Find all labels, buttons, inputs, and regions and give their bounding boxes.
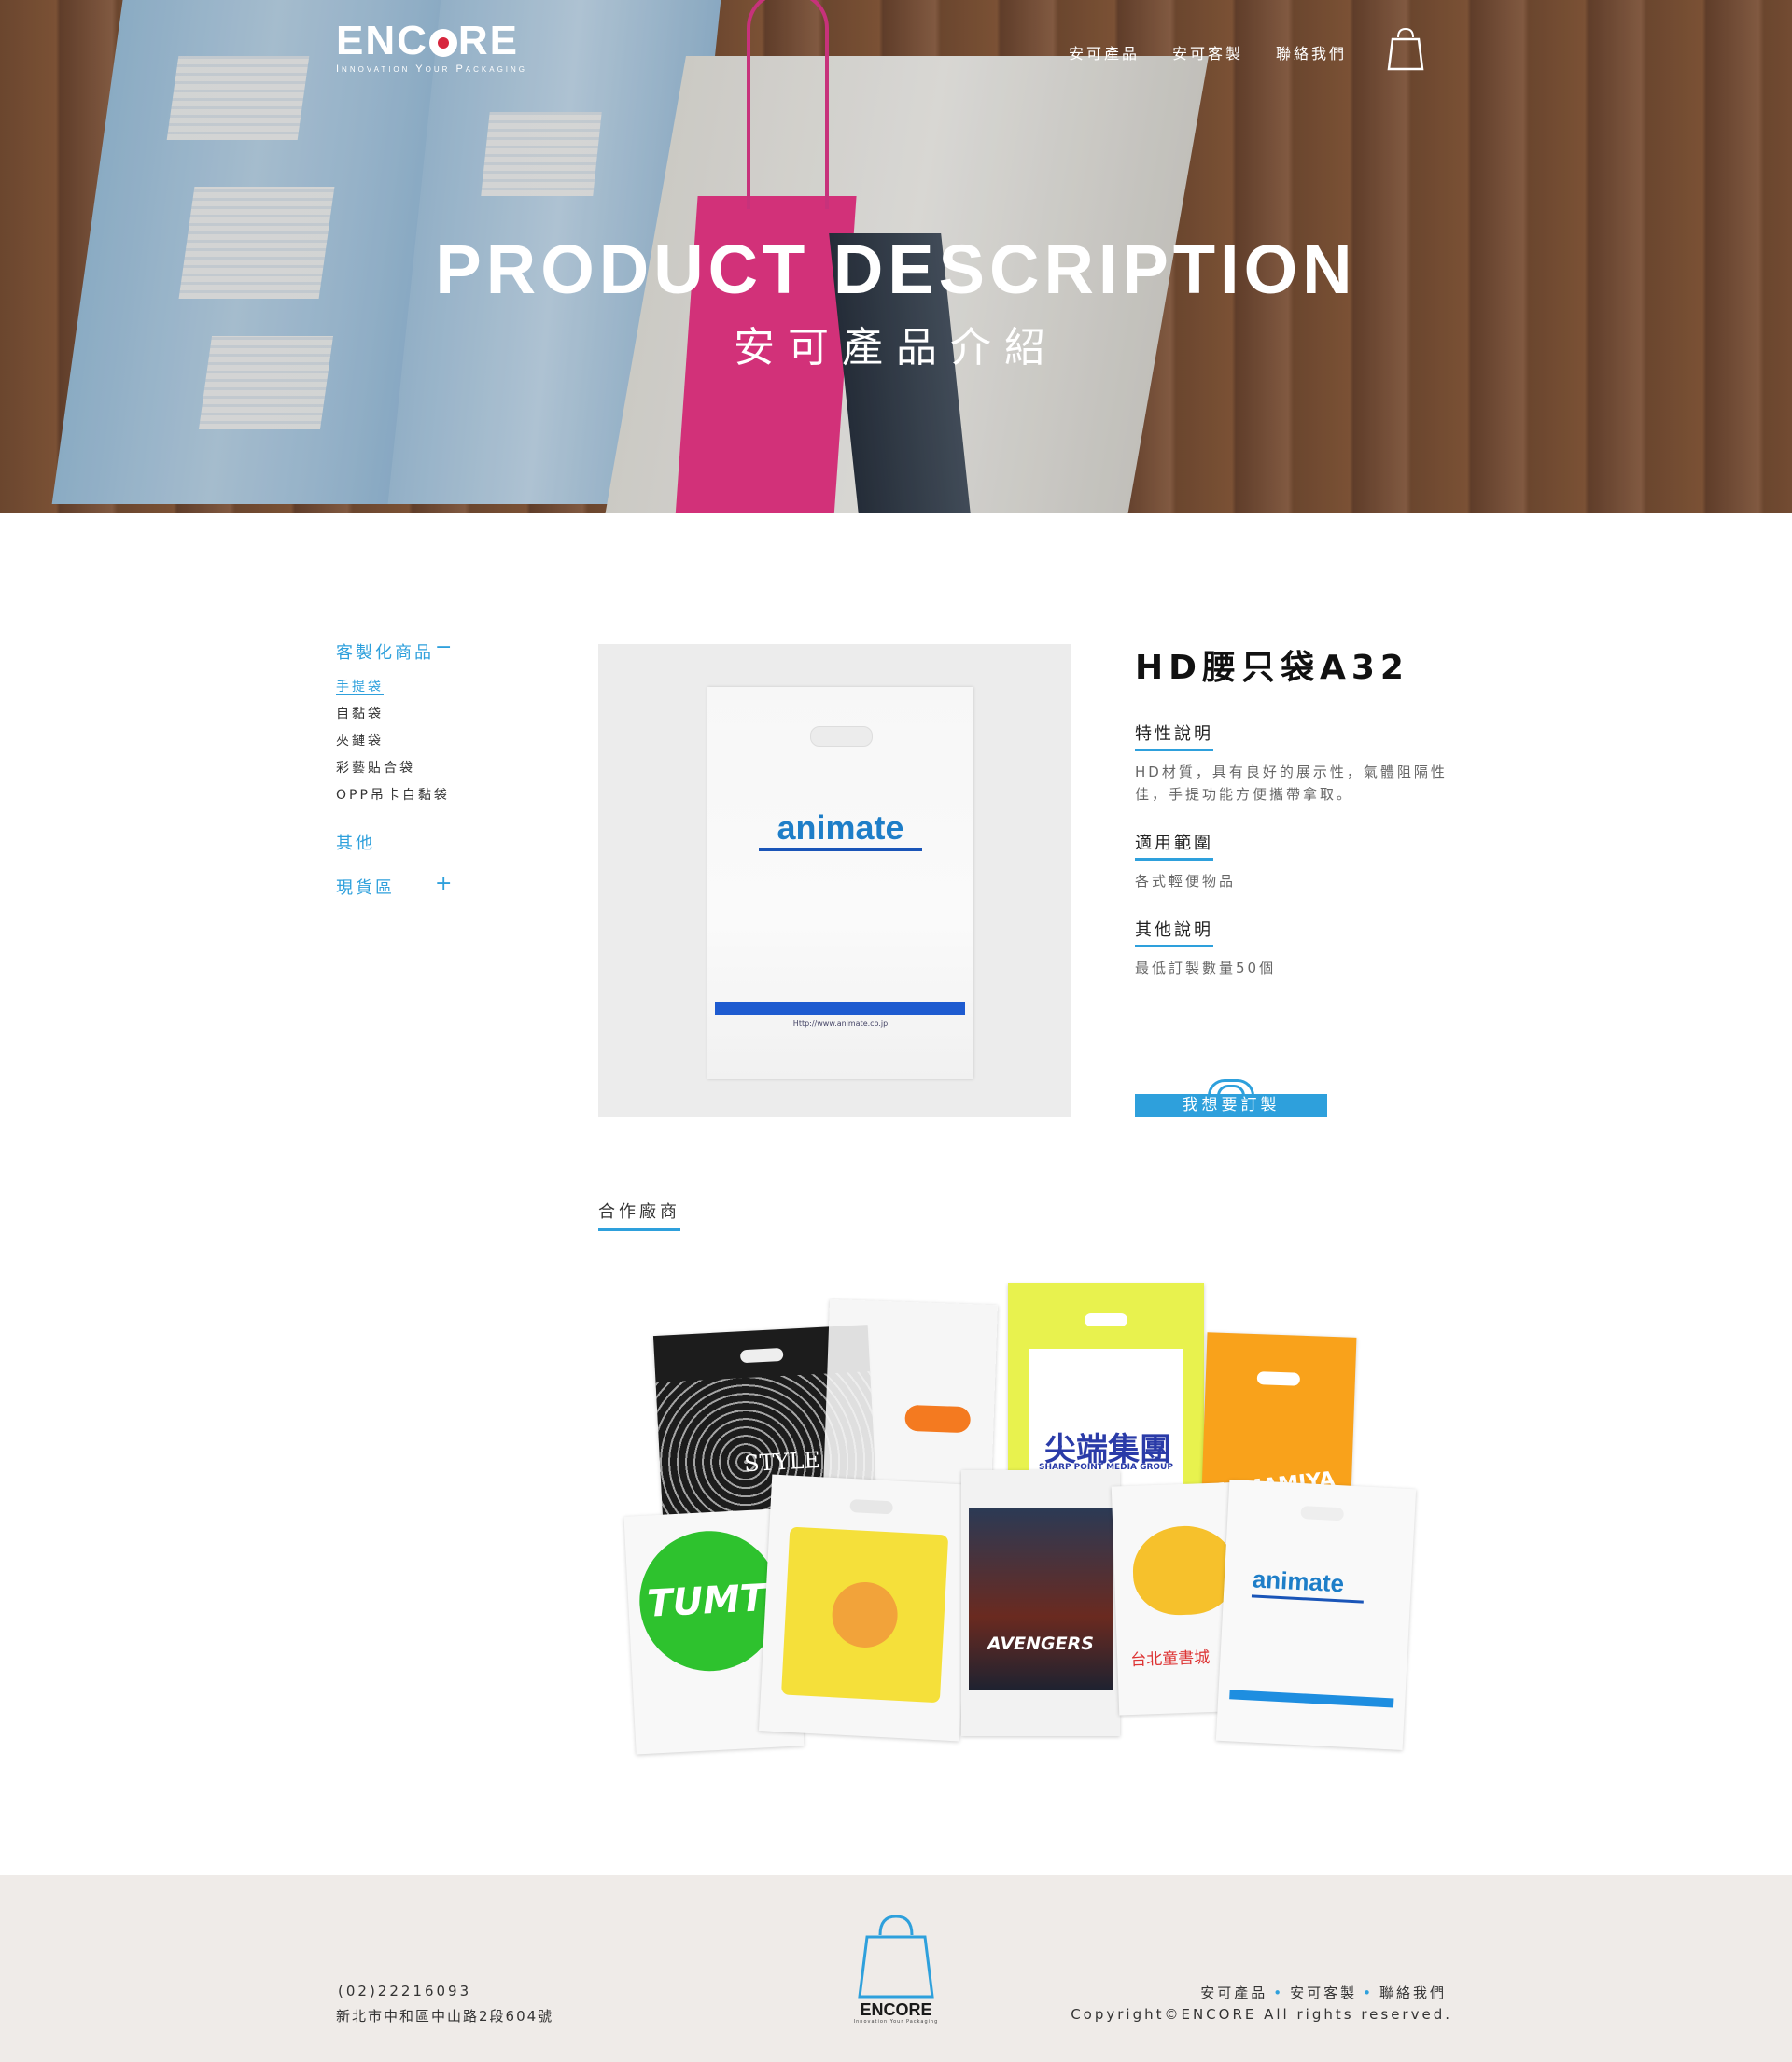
bag-text: TUMT <box>646 1577 767 1626</box>
logo-dot-icon <box>428 29 457 57</box>
category-sidebar: 客製化商品 − 手提袋 自黏袋 夾鏈袋 彩藝貼合袋 OPP吊卡自黏袋 其他 現貨… <box>336 636 523 899</box>
footer-address: 新北市中和區中山路2段604號 <box>336 2008 554 2025</box>
partner-bag-avengers: AVENGERS <box>961 1470 1120 1736</box>
product-image[interactable]: animate Http://www.animate.co.jp <box>598 644 1071 1117</box>
footer-phone[interactable]: (02)22216093 <box>338 1983 471 1999</box>
order-button[interactable]: 我想要訂製 <box>1135 1079 1327 1117</box>
partners-collage: STYLE 尖端集團 SHARP POINT MEDIA GROUP MAMAM… <box>623 1283 1437 1760</box>
nav-custom[interactable]: 安可客製 <box>1172 41 1243 63</box>
notes-heading: 其他說明 <box>1135 917 1213 947</box>
category-other[interactable]: 其他 <box>336 830 523 854</box>
collapse-icon[interactable]: − <box>435 636 455 659</box>
nav-contact[interactable]: 聯絡我們 <box>1276 41 1347 63</box>
footer-link-products[interactable]: 安可產品 <box>1200 1985 1267 2001</box>
footer-logo-tagline: Innovation Your Packaging <box>853 2019 939 2025</box>
partner-bag-tiger <box>758 1474 973 1742</box>
product-info: HD腰只袋A32 特性說明 HD材質，具有良好的展示性，氣體阻隔性佳，手提功能方… <box>1135 640 1471 979</box>
shopping-bag-icon[interactable] <box>1387 26 1424 71</box>
footer-logo-word: ENCORE <box>860 2000 932 2019</box>
bullet-icon: • <box>1273 1985 1285 2001</box>
bag-url: Http://www.animate.co.jp <box>792 1019 889 1028</box>
expand-icon[interactable]: + <box>435 872 455 895</box>
order-button-label: 我想要訂製 <box>1182 1096 1281 1115</box>
notes-text: 最低訂製數量50個 <box>1135 960 1277 976</box>
bag-handle-hole <box>810 726 873 747</box>
bag-text: STYLE <box>743 1446 821 1478</box>
subcategory-ziplock[interactable]: 夾鏈袋 <box>336 731 523 750</box>
bag-text: 台北童書城 <box>1129 1648 1211 1670</box>
usage-heading: 適用範圍 <box>1135 830 1213 861</box>
footer-links: 安可產品 • 安可客製 • 聯絡我們 <box>1200 1983 1447 2002</box>
bag-text: animate <box>1252 1564 1345 1598</box>
bag-underline <box>759 848 922 851</box>
bag-handle-icon <box>1217 1085 1245 1096</box>
subcategory-laminated[interactable]: 彩藝貼合袋 <box>336 758 523 777</box>
feature-heading: 特性說明 <box>1135 721 1213 751</box>
footer-copyright: Copyright©ENCORE All rights reserved. <box>1071 2006 1452 2023</box>
feature-text: HD材質，具有良好的展示性，氣體阻隔性佳，手提功能方便攜帶拿取。 <box>1135 764 1448 803</box>
bag-stripe <box>715 1002 965 1015</box>
footer-bag-icon <box>858 1915 934 1999</box>
usage-text: 各式輕便物品 <box>1135 873 1237 890</box>
subcategory-selfseal[interactable]: 自黏袋 <box>336 704 523 722</box>
hero-title: PRODUCT DESCRIPTION <box>435 231 1357 308</box>
category-label: 現貨區 <box>336 878 395 898</box>
partner-bag-animate: animate <box>1215 1479 1417 1751</box>
site-logo[interactable]: ENC RE Innovation Your Packaging <box>336 18 528 76</box>
bag-brand: animate <box>777 808 904 847</box>
bag-text: AVENGERS <box>987 1634 1094 1654</box>
category-custom[interactable]: 客製化商品 − <box>336 636 523 664</box>
footer-logo[interactable]: ENCORE Innovation Your Packaging <box>854 1913 937 2025</box>
subcategory-opp[interactable]: OPP吊卡自黏袋 <box>336 785 523 804</box>
category-label: 其他 <box>336 834 375 853</box>
subcategory-handbag[interactable]: 手提袋 <box>336 677 523 695</box>
product-title: HD腰只袋A32 <box>1135 649 1409 687</box>
bullet-icon: • <box>1363 1985 1374 2001</box>
nav-products[interactable]: 安可產品 <box>1069 41 1140 63</box>
category-label: 客製化商品 <box>336 643 434 663</box>
footer-link-contact[interactable]: 聯絡我們 <box>1379 1985 1447 2001</box>
partners-heading: 合作廠商 <box>598 1199 680 1231</box>
logo-tagline: Innovation Your Packaging <box>336 63 528 75</box>
footer-link-custom[interactable]: 安可客製 <box>1290 1985 1357 2001</box>
site-footer: (02)22216093 新北市中和區中山路2段604號 ENCORE Inno… <box>0 1875 1792 2062</box>
product-bag: animate Http://www.animate.co.jp <box>707 687 973 1079</box>
logo-wordmark: ENC RE <box>336 18 520 63</box>
hero-subtitle: 安可產品介紹 <box>734 324 1058 372</box>
category-instock[interactable]: 現貨區 + <box>336 872 523 899</box>
